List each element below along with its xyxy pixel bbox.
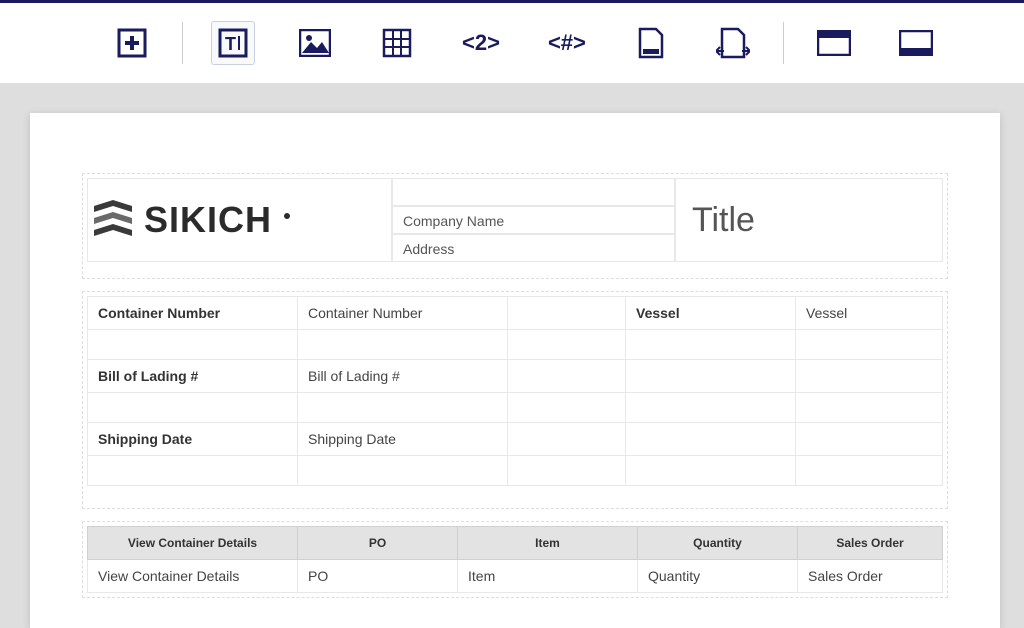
cell-sales-order[interactable]: Sales Order — [798, 560, 943, 593]
header2-button[interactable]: <2> — [457, 21, 505, 65]
col-quantity[interactable]: Quantity — [638, 527, 798, 560]
page-break-button[interactable] — [629, 21, 673, 65]
text-button[interactable]: T — [211, 21, 255, 65]
logo-dot — [284, 213, 290, 219]
vessel-value[interactable]: Vessel — [796, 297, 943, 330]
blank-header-cell[interactable] — [392, 178, 675, 206]
logo-cell[interactable]: SIKICH — [87, 178, 392, 262]
shipping-date-value[interactable]: Shipping Date — [298, 423, 508, 456]
page-break-icon — [638, 27, 664, 59]
cell-po[interactable]: PO — [298, 560, 458, 593]
address-field[interactable]: Address — [392, 234, 675, 262]
window-footer-icon — [899, 30, 933, 56]
table-row: View Container Details PO Item Quantity … — [88, 560, 943, 593]
shipping-date-label[interactable]: Shipping Date — [88, 423, 298, 456]
add-button[interactable] — [110, 21, 154, 65]
table-button[interactable] — [375, 21, 419, 65]
margins-button[interactable] — [711, 21, 755, 65]
text-icon: T — [218, 28, 248, 58]
bol-label[interactable]: Bill of Lading # — [88, 360, 298, 393]
counter-icon: <#> — [548, 30, 586, 56]
margins-icon — [716, 27, 750, 59]
svg-text:T: T — [225, 34, 236, 54]
cell-item[interactable]: Item — [458, 560, 638, 593]
image-icon — [299, 29, 331, 57]
col-item[interactable]: Item — [458, 527, 638, 560]
logo-text: SIKICH — [144, 199, 272, 241]
logo-icon — [92, 198, 134, 242]
detail-grid[interactable]: View Container Details PO Item Quantity … — [87, 526, 943, 593]
vessel-label[interactable]: Vessel — [626, 297, 796, 330]
company-name-field[interactable]: Company Name — [392, 206, 675, 234]
col-view-details[interactable]: View Container Details — [88, 527, 298, 560]
image-button[interactable] — [293, 21, 337, 65]
window-header-icon — [817, 30, 851, 56]
table-icon — [382, 28, 412, 58]
window-header-button[interactable] — [812, 21, 856, 65]
toolbar: T <2> <#> — [0, 3, 1024, 83]
cell-view-details[interactable]: View Container Details — [88, 560, 298, 593]
cell-quantity[interactable]: Quantity — [638, 560, 798, 593]
title-field[interactable]: Title — [675, 178, 943, 262]
window-footer-button[interactable] — [894, 21, 938, 65]
container-number-label[interactable]: Container Number — [88, 297, 298, 330]
form-grid[interactable]: Container Number Container Number Vessel… — [87, 296, 943, 486]
col-po[interactable]: PO — [298, 527, 458, 560]
col-sales-order[interactable]: Sales Order — [798, 527, 943, 560]
spacer-cell[interactable] — [508, 297, 626, 330]
container-number-value[interactable]: Container Number — [298, 297, 508, 330]
header2-icon: <2> — [462, 30, 500, 56]
add-icon — [117, 28, 147, 58]
bol-value[interactable]: Bill of Lading # — [298, 360, 508, 393]
counter-button[interactable]: <#> — [543, 21, 591, 65]
